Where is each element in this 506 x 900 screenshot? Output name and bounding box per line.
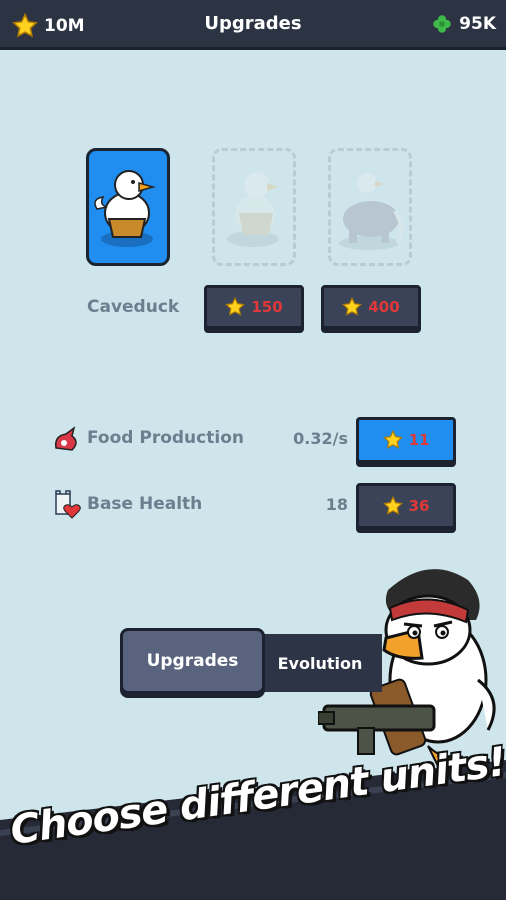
base-health-icon — [55, 490, 81, 519]
stat-value-base-health: 18 — [325, 495, 348, 514]
upgrade-cost-food-production: 11 — [408, 431, 430, 449]
unlock-cost-2: 400 — [368, 298, 400, 316]
unlock-cost-1: 150 — [251, 298, 283, 316]
unit-card-locked-2[interactable] — [328, 148, 412, 266]
mammoth-rider-icon — [339, 173, 404, 250]
star-icon — [342, 297, 363, 316]
stat-label-base-health: Base Health — [87, 494, 203, 514]
locked-unit-icon — [227, 172, 279, 247]
page-title: Upgrades — [204, 13, 302, 34]
unit-card-locked-1[interactable] — [212, 148, 296, 266]
upgrade-cost-base-health: 36 — [408, 497, 430, 515]
stat-value-food-production: 0.32/s — [293, 429, 348, 448]
star-icon — [382, 430, 403, 449]
unlock-button-2[interactable]: 400 — [321, 285, 421, 329]
tab-upgrades[interactable]: Upgrades — [120, 628, 265, 694]
clover-count: 95K — [459, 14, 496, 34]
clover-icon — [433, 15, 451, 33]
tab-evolution[interactable]: Evolution — [258, 634, 382, 692]
food-production-icon — [54, 426, 77, 451]
unit-name-caveduck: Caveduck — [87, 297, 180, 317]
top-bar: 10M Upgrades 95K — [0, 0, 506, 50]
tab-bar: Upgrades Evolution — [120, 628, 382, 694]
star-icon — [382, 496, 403, 515]
unlock-button-1[interactable]: 150 — [204, 285, 304, 329]
star-icon — [225, 297, 246, 316]
clover-currency: 95K — [431, 13, 496, 35]
upgrade-base-health-button[interactable]: 36 — [356, 483, 456, 529]
stat-label-food-production: Food Production — [87, 428, 244, 448]
caveduck-icon — [94, 170, 156, 247]
unit-card-caveduck[interactable] — [86, 148, 170, 266]
upgrade-food-production-button[interactable]: 11 — [356, 417, 456, 463]
